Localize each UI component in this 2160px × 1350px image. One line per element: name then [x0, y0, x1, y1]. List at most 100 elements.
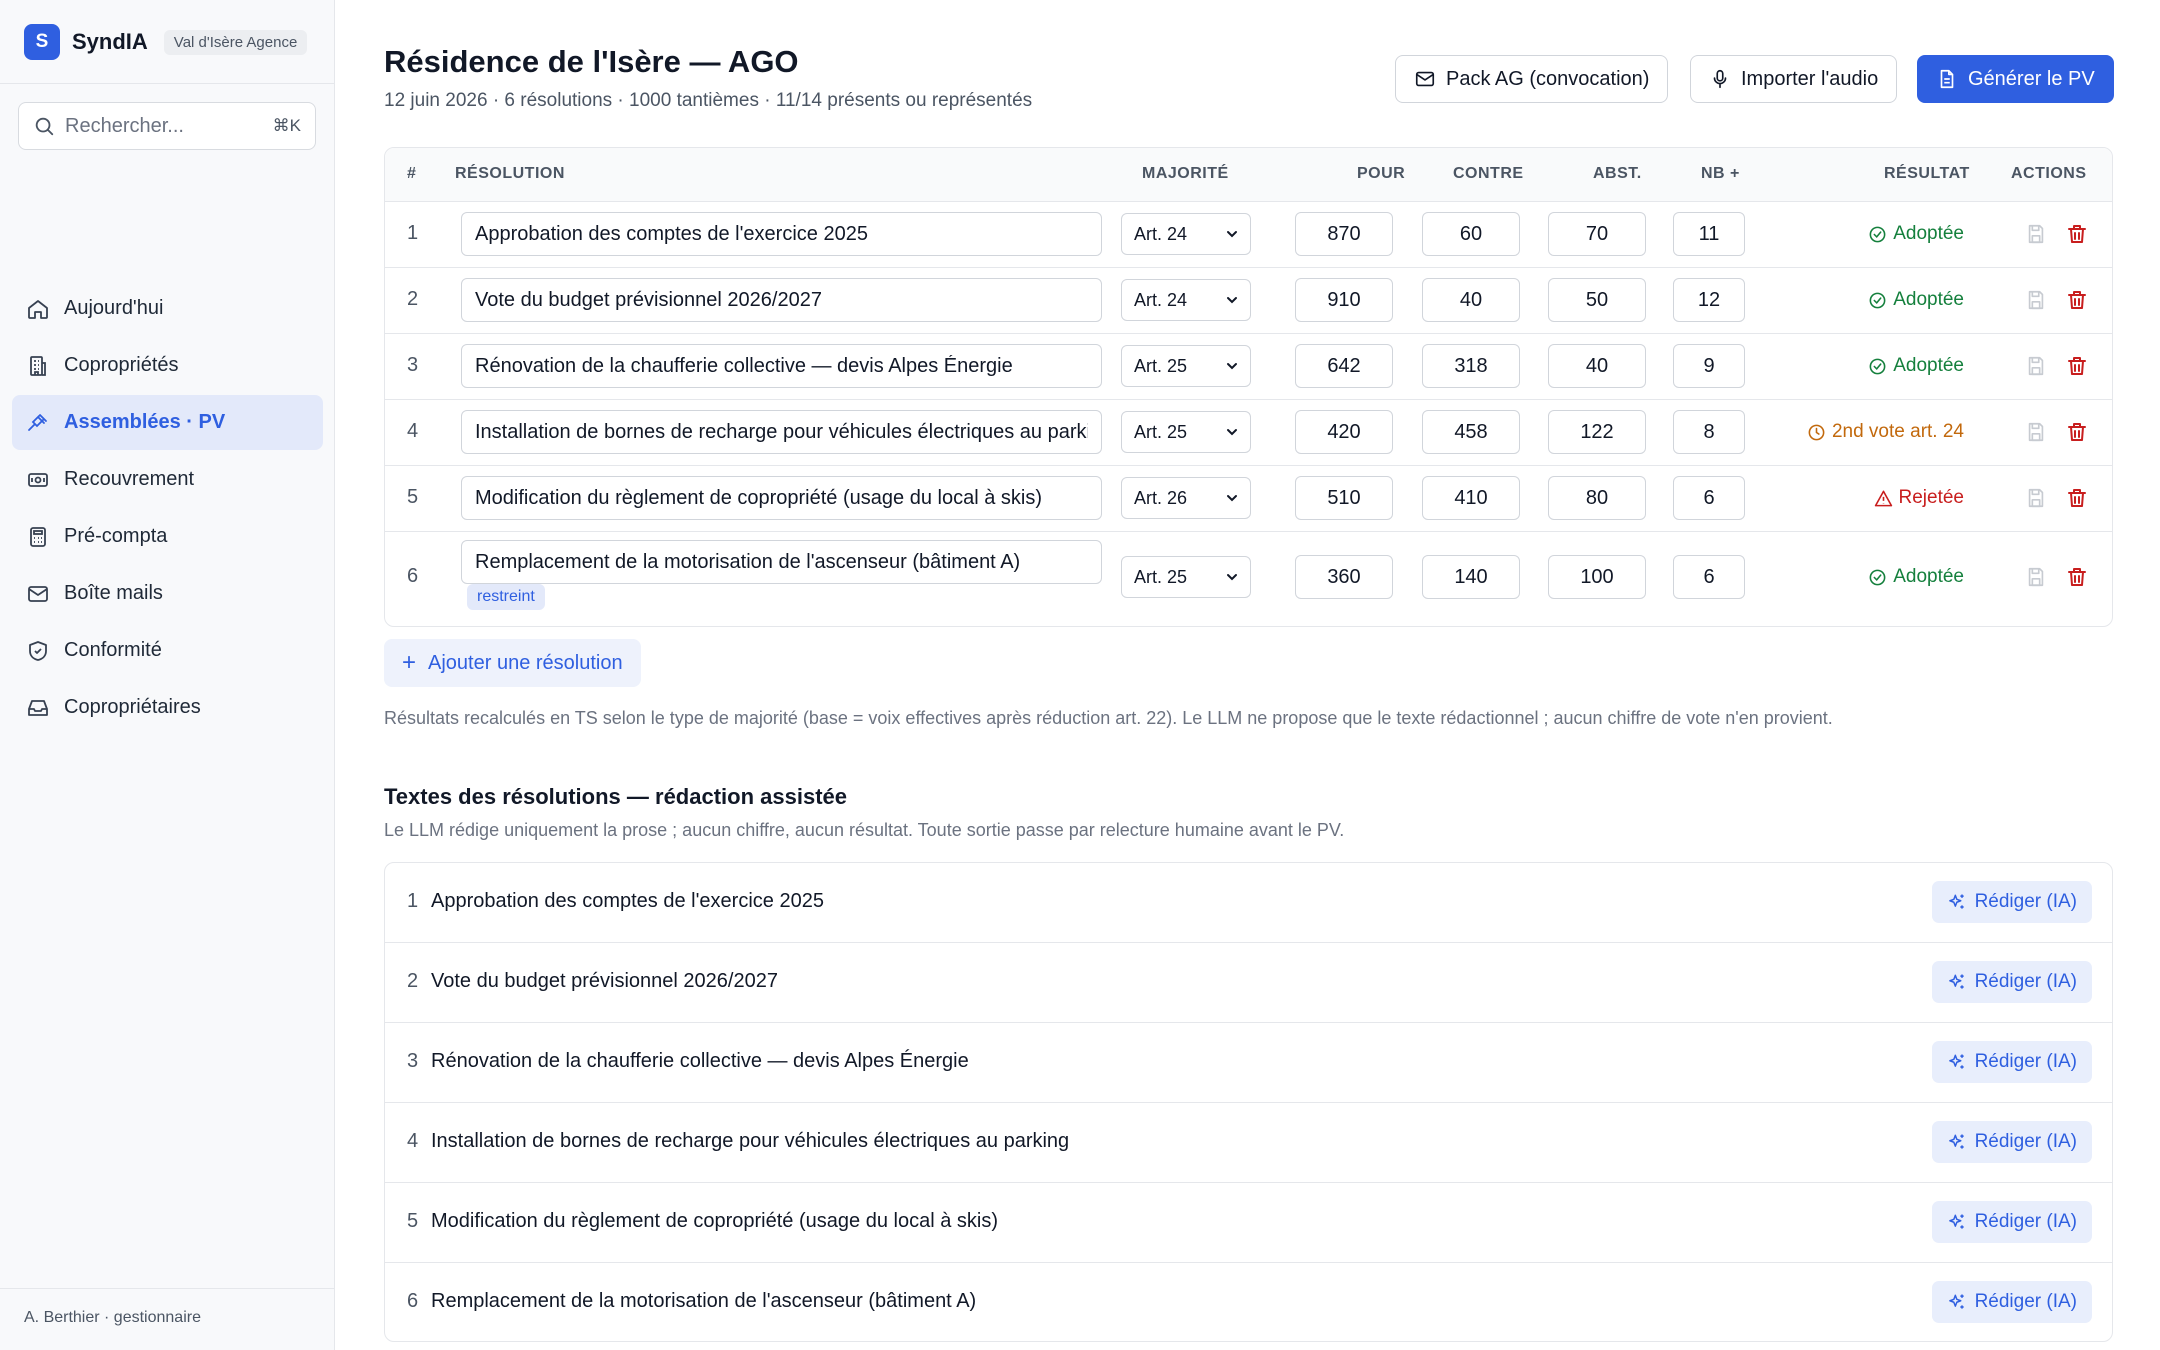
votes-contre-input[interactable]: 410: [1422, 476, 1520, 520]
trash-icon[interactable]: [2065, 486, 2089, 510]
votes-contre-input[interactable]: 40: [1422, 278, 1520, 322]
trash-icon[interactable]: [2065, 288, 2089, 312]
item-number: 5: [407, 1210, 419, 1232]
sidebar-item-label: Aujourd'hui: [64, 297, 164, 319]
add-resolution-button[interactable]: + Ajouter une résolution: [384, 639, 641, 687]
draft-ai-button[interactable]: Rédiger (IA): [1931, 881, 2092, 923]
gavel-icon: [28, 413, 47, 431]
document-icon: [1940, 69, 1954, 89]
save-icon[interactable]: [2025, 566, 2047, 588]
sidebar-item-conformite[interactable]: Conformité: [12, 623, 323, 678]
banknote-icon: [28, 472, 48, 487]
resolution-title-input[interactable]: [461, 212, 1102, 256]
page-title: Résidence de l'Isère — AGO: [384, 44, 799, 79]
draft-ai-button[interactable]: Rédiger (IA): [1931, 1201, 2092, 1243]
plus-icon: +: [402, 649, 417, 676]
draft-ai-label: Rédiger (IA): [1974, 971, 2077, 992]
votes-pour-input[interactable]: 510: [1295, 476, 1393, 520]
votes-contre-input[interactable]: 140: [1422, 555, 1520, 599]
resolution-title-input[interactable]: [461, 410, 1102, 454]
votes-abst-input[interactable]: 40: [1548, 344, 1646, 388]
sidebar-item-assemblees[interactable]: Assemblées · PV: [12, 395, 323, 450]
sidebar-item-label: Boîte mails: [64, 582, 163, 604]
votes-nb-input[interactable]: 9: [1673, 344, 1745, 388]
votes-pour-input[interactable]: 420: [1295, 410, 1393, 454]
sidebar-item-today[interactable]: Aujourd'hui: [12, 281, 323, 336]
save-icon[interactable]: [2025, 223, 2047, 245]
save-icon[interactable]: [2025, 421, 2047, 443]
majority-value: Art. 26: [1134, 487, 1188, 508]
votes-abst-input[interactable]: 122: [1548, 410, 1646, 454]
table-row: 4 Art. 25 420 458 122 8 2nd vote art. 24: [385, 400, 2112, 466]
votes-pour-input[interactable]: 910: [1295, 278, 1393, 322]
list-item: 5 Modification du règlement de copropriét…: [385, 1183, 2112, 1263]
votes-pour-input[interactable]: 360: [1295, 555, 1393, 599]
majority-select[interactable]: Art. 24: [1121, 213, 1251, 255]
votes-pour-input[interactable]: 870: [1295, 212, 1393, 256]
sidebar-item-mails[interactable]: Boîte mails: [12, 566, 323, 621]
sidebar-item-precompta[interactable]: Pré-compta: [12, 509, 323, 564]
save-icon[interactable]: [2025, 487, 2047, 509]
resolution-title-input[interactable]: [461, 278, 1102, 322]
votes-pour-input[interactable]: 642: [1295, 344, 1393, 388]
votes-contre-input[interactable]: 318: [1422, 344, 1520, 388]
generate-pv-button[interactable]: Générer le PV: [1917, 55, 2114, 103]
votes-contre-input[interactable]: 60: [1422, 212, 1520, 256]
votes-contre-input[interactable]: 458: [1422, 410, 1520, 454]
majority-select[interactable]: Art. 25: [1121, 411, 1251, 453]
mail-icon: [1415, 71, 1435, 87]
votes-abst-input[interactable]: 80: [1548, 476, 1646, 520]
votes-abst-input[interactable]: 70: [1548, 212, 1646, 256]
save-icon[interactable]: [2025, 289, 2047, 311]
majority-value: Art. 25: [1134, 355, 1188, 376]
search-input[interactable]: Rechercher... ⌘K: [18, 102, 316, 150]
col-header-resolution: RÉSOLUTION: [455, 165, 565, 182]
pack-ag-label: Pack AG (convocation): [1446, 67, 1650, 90]
resolution-title-input[interactable]: [461, 476, 1102, 520]
votes-abst-input[interactable]: 100: [1548, 555, 1646, 599]
sidebar-item-recouvrement[interactable]: Recouvrement: [12, 452, 323, 507]
chevron-down-icon: [1227, 429, 1237, 436]
agency-badge[interactable]: Val d'Isère Agence: [163, 29, 308, 55]
draft-ai-button[interactable]: Rédiger (IA): [1931, 1041, 2092, 1083]
pack-ag-button[interactable]: Pack AG (convocation): [1395, 55, 1669, 103]
votes-nb-input[interactable]: 6: [1673, 476, 1745, 520]
item-title: Approbation des comptes de l'exercice 20…: [431, 890, 824, 912]
majority-select[interactable]: Art. 24: [1121, 279, 1251, 321]
sidebar-item-coproprietaires[interactable]: Copropriétaires: [12, 680, 323, 735]
trash-icon[interactable]: [2065, 222, 2089, 246]
votes-nb-input[interactable]: 8: [1673, 410, 1745, 454]
resolution-title-input[interactable]: [461, 540, 1102, 584]
item-title: Installation de bornes de recharge pour …: [431, 1130, 1070, 1152]
table-row: 5 Art. 26 510 410 80 6 Rejetée: [385, 466, 2112, 532]
draft-ai-label: Rédiger (IA): [1974, 1051, 2077, 1072]
draft-ai-button[interactable]: Rédiger (IA): [1931, 1281, 2092, 1323]
resolution-title-input[interactable]: [461, 344, 1102, 388]
trash-icon[interactable]: [2065, 420, 2089, 444]
draft-ai-label: Rédiger (IA): [1974, 1211, 2077, 1232]
import-audio-button[interactable]: Importer l'audio: [1690, 55, 1898, 103]
trash-icon[interactable]: [2065, 565, 2089, 589]
majority-select[interactable]: Art. 25: [1121, 345, 1251, 387]
search-placeholder: Rechercher...: [65, 114, 184, 137]
shield-check-icon: [29, 640, 47, 661]
majority-select[interactable]: Art. 26: [1121, 477, 1251, 519]
votes-nb-input[interactable]: 6: [1673, 555, 1745, 599]
votes-abst-input[interactable]: 50: [1548, 278, 1646, 322]
row-number: 2: [407, 288, 419, 310]
sparkles-icon: [1948, 1214, 1964, 1229]
sidebar-item-coproprietes[interactable]: Copropriétés: [12, 338, 323, 393]
votes-nb-input[interactable]: 12: [1673, 278, 1745, 322]
draft-ai-button[interactable]: Rédiger (IA): [1931, 961, 2092, 1003]
app-logo[interactable]: S: [24, 24, 60, 60]
votes-nb-input[interactable]: 11: [1673, 212, 1745, 256]
trash-icon[interactable]: [2065, 354, 2089, 378]
save-icon[interactable]: [2025, 355, 2047, 377]
majority-select[interactable]: Art. 25: [1121, 556, 1251, 598]
item-number: 6: [407, 1290, 419, 1312]
item-title: Rénovation de la chaufferie collective —…: [431, 1050, 969, 1072]
sidebar-divider: [0, 83, 335, 84]
sidebar: S SyndIA Val d'Isère Agence Rechercher..…: [0, 0, 335, 1350]
result-label: Rejetée: [1898, 487, 1965, 508]
draft-ai-button[interactable]: Rédiger (IA): [1931, 1121, 2092, 1163]
